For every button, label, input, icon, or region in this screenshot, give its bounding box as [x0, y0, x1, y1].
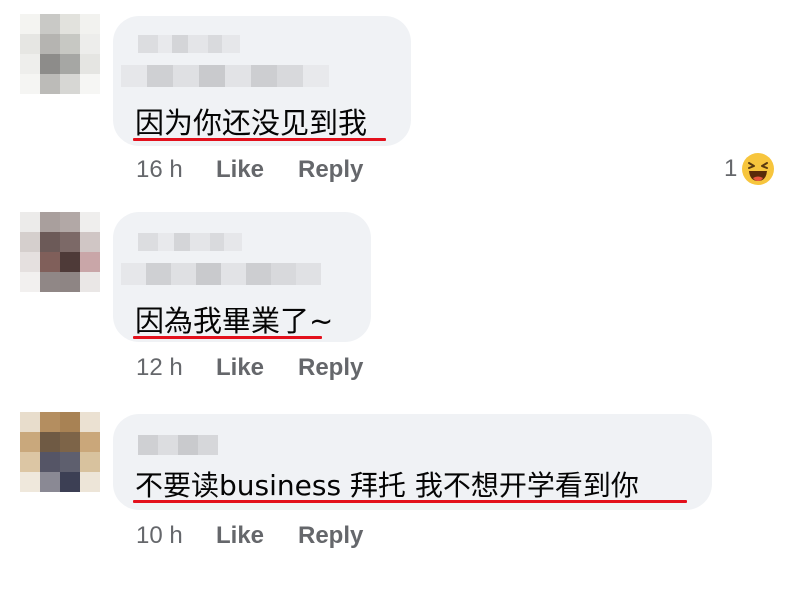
- comment-bubble: 不要读business 拜托 我不想开学看到你: [113, 414, 712, 510]
- author-name-blurred[interactable]: [138, 35, 240, 53]
- red-underline: [133, 500, 687, 503]
- author-name-blurred[interactable]: [138, 233, 242, 251]
- like-button[interactable]: Like: [216, 156, 298, 184]
- reaction-count: 1: [724, 155, 738, 182]
- comment-3: 不要读business 拜托 我不想开学看到你 10 h Like Reply: [0, 400, 800, 594]
- comment-actions: 12 h Like Reply: [136, 354, 363, 382]
- author-name-blurred[interactable]: [138, 435, 218, 455]
- red-underline: [133, 336, 322, 339]
- avatar[interactable]: [20, 412, 100, 492]
- laughing-emoji-icon: [742, 153, 775, 185]
- comment-bubble: 因为你还没见到我: [113, 16, 411, 146]
- comment-text: 因為我畢業了~: [135, 304, 334, 338]
- timestamp[interactable]: 10 h: [136, 522, 216, 550]
- author-subtitle-blurred: [121, 65, 329, 87]
- timestamp[interactable]: 16 h: [136, 156, 216, 184]
- comment-text: 不要读business 拜托 我不想开学看到你: [135, 469, 639, 502]
- avatar[interactable]: [20, 14, 100, 94]
- like-button[interactable]: Like: [216, 354, 298, 382]
- comment-1: 因为你还没见到我 16 h Like Reply 1: [0, 0, 800, 200]
- comment-bubble: 因為我畢業了~: [113, 212, 371, 342]
- comment-actions: 16 h Like Reply: [136, 156, 363, 184]
- timestamp[interactable]: 12 h: [136, 354, 216, 382]
- reaction-summary[interactable]: 1: [724, 152, 775, 186]
- like-button[interactable]: Like: [216, 522, 298, 550]
- author-subtitle-blurred: [121, 263, 321, 285]
- reply-button[interactable]: Reply: [298, 354, 363, 382]
- comment-2: 因為我畢業了~ 12 h Like Reply: [0, 200, 800, 400]
- red-underline: [133, 138, 386, 141]
- comment-text: 因为你还没见到我: [135, 106, 368, 140]
- reply-button[interactable]: Reply: [298, 156, 363, 184]
- comment-actions: 10 h Like Reply: [136, 522, 363, 550]
- reply-button[interactable]: Reply: [298, 522, 363, 550]
- avatar[interactable]: [20, 212, 100, 292]
